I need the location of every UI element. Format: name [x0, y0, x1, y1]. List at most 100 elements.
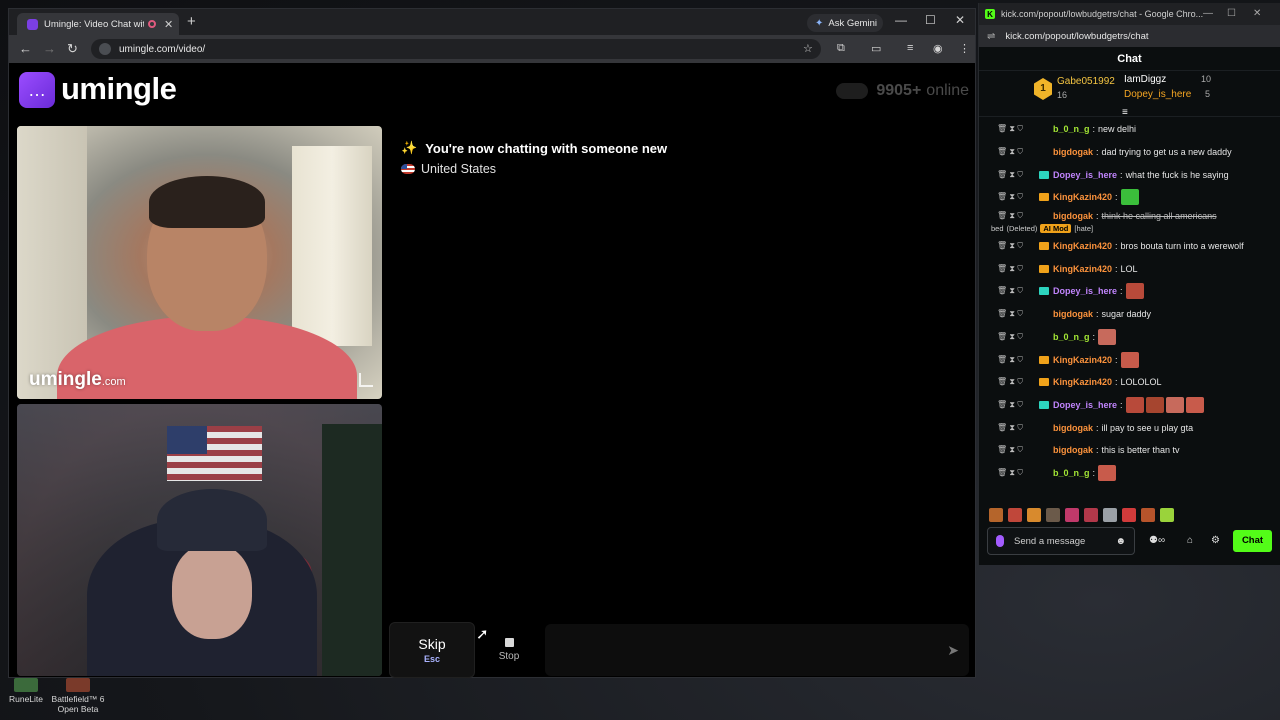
emote-icon[interactable]	[1084, 508, 1098, 522]
reload-icon[interactable]: ↻	[67, 41, 78, 57]
chat-username[interactable]: bigdogak	[1053, 445, 1093, 455]
browser-tab-umingle[interactable]: Umingle: Video Chat with S ✕	[17, 13, 179, 35]
chat-username[interactable]: b_0_n_g	[1053, 124, 1090, 134]
battlefield-icon	[66, 678, 90, 692]
mod-tools-icon[interactable]: 🗑 ⧗ ⛉	[979, 400, 1039, 410]
mod-tools-icon[interactable]: 🗑 ⧗ ⛉	[979, 264, 1039, 274]
chat-emote-icon[interactable]	[1120, 351, 1139, 368]
chat-username[interactable]: b_0_n_g	[1053, 468, 1090, 478]
bookmark-star-icon[interactable]: ☆	[803, 42, 813, 55]
mod-tools-icon[interactable]: 🗑 ⧗ ⛉	[979, 355, 1039, 365]
close-window-icon[interactable]: ✕	[955, 13, 965, 27]
maximize-icon[interactable]: ☐	[1227, 8, 1236, 19]
mod-tools-icon[interactable]: 🗑 ⧗ ⛉	[979, 147, 1039, 157]
chat-username[interactable]: bigdogak	[1053, 211, 1093, 221]
emote-icon[interactable]	[1065, 508, 1079, 522]
runelite-shortcut[interactable]: RuneLite	[4, 678, 48, 704]
settings-gear-icon[interactable]: ⚙	[1211, 535, 1220, 546]
emote-icon[interactable]	[989, 508, 1003, 522]
chat-send-button[interactable]: Chat	[1233, 530, 1272, 552]
chat-username[interactable]: KingKazin420	[1053, 192, 1112, 202]
profile-icon[interactable]: ◉	[933, 42, 943, 55]
mic-icon[interactable]	[996, 535, 1004, 547]
emote-icon[interactable]	[1008, 508, 1022, 522]
chat-emote-icon[interactable]	[1145, 396, 1164, 413]
chat-emote-icon[interactable]	[1165, 396, 1184, 413]
mod-tools-icon[interactable]: 🗑 ⧗ ⛉	[979, 377, 1039, 387]
chat-username[interactable]: bigdogak	[1053, 147, 1093, 157]
battlefield-shortcut[interactable]: Battlefield™ 6 Open Beta	[50, 678, 106, 714]
store-icon[interactable]: ⌂	[1187, 535, 1193, 546]
minimize-icon[interactable]: —	[895, 13, 907, 27]
back-icon[interactable]: ←	[19, 41, 32, 56]
mod-tools-icon[interactable]: 🗑 ⧗ ⛉	[979, 241, 1039, 251]
emote-icon[interactable]	[1103, 508, 1117, 522]
video-person-hair	[149, 176, 265, 228]
chat-username[interactable]: KingKazin420	[1053, 264, 1112, 274]
chat-username[interactable]: KingKazin420	[1053, 377, 1112, 387]
chat-username[interactable]: bigdogak	[1053, 423, 1093, 433]
chat-username[interactable]: Dopey_is_here	[1053, 286, 1117, 296]
watermark-suffix: .com	[101, 376, 126, 388]
url-omnibox[interactable]: umingle.com/video/	[91, 39, 821, 59]
umingle-logo-text[interactable]: umingle	[61, 71, 177, 107]
mod-tools-icon[interactable]: 🗑 ⧗ ⛉	[979, 468, 1039, 478]
chat-emote-icon[interactable]	[1120, 189, 1139, 206]
chat-username[interactable]: b_0_n_g	[1053, 332, 1090, 342]
chat-message: 🗑 ⧗ ⛉ bigdogak: sugar daddy	[979, 303, 1280, 326]
close-window-icon[interactable]: ✕	[1253, 8, 1261, 19]
chat-emote-icon[interactable]	[1125, 396, 1144, 413]
minimize-icon[interactable]: —	[1203, 8, 1213, 19]
menu-dots-icon[interactable]: ⋮	[959, 42, 970, 55]
chat-emote-icon[interactable]	[1125, 283, 1144, 300]
site-info-icon[interactable]	[99, 43, 111, 55]
emote-icon[interactable]	[1027, 508, 1041, 522]
stop-button[interactable]: Stop	[481, 622, 537, 678]
chat-emote-icon[interactable]	[1185, 396, 1204, 413]
mod-tools-icon[interactable]: 🗑 ⧗ ⛉	[979, 309, 1039, 319]
chat-username[interactable]: bigdogak	[1053, 309, 1093, 319]
leader-3-name[interactable]: Dopey_is_here	[1124, 89, 1191, 100]
mod-tools-icon[interactable]: 🗑 ⧗ ⛉	[979, 170, 1039, 180]
cast-icon[interactable]: ▭	[871, 42, 881, 55]
chat-username[interactable]: Dopey_is_here	[1053, 170, 1117, 180]
chat-username[interactable]: KingKazin420	[1053, 241, 1112, 251]
kick-url-bar[interactable]: ⇌ kick.com/popout/lowbudgetrs/chat	[979, 25, 1280, 47]
skip-button[interactable]: Skip Esc	[389, 622, 475, 678]
leader-2-name[interactable]: IamDiggz	[1124, 74, 1166, 85]
users-icon[interactable]: ⚉∞	[1149, 535, 1165, 546]
new-tab-icon[interactable]: +	[187, 13, 196, 30]
chat-emote-icon[interactable]	[1098, 464, 1117, 481]
mod-tools-icon[interactable]: 🗑 ⧗ ⛉	[979, 211, 1039, 221]
media-icon[interactable]: ≡	[907, 42, 913, 54]
emote-icon[interactable]	[1046, 508, 1060, 522]
send-message-input[interactable]: Send a message ☻	[987, 527, 1135, 555]
extensions-icon[interactable]: ⧉	[837, 42, 845, 55]
mod-tools-icon[interactable]: 🗑 ⧗ ⛉	[979, 286, 1039, 296]
emote-icon[interactable]	[1160, 508, 1174, 522]
close-tab-icon[interactable]: ✕	[164, 18, 173, 31]
message-input[interactable]: ➤	[545, 624, 969, 676]
emote-icon[interactable]	[1141, 508, 1155, 522]
mod-tools-icon[interactable]: 🗑 ⧗ ⛉	[979, 423, 1039, 433]
emote-icon[interactable]	[1122, 508, 1136, 522]
chat-username[interactable]: KingKazin420	[1053, 355, 1112, 365]
maximize-icon[interactable]: ☐	[925, 13, 936, 27]
mod-tools-icon[interactable]: 🗑 ⧗ ⛉	[979, 124, 1039, 134]
emoji-icon[interactable]: ☻	[1115, 536, 1126, 547]
ask-gemini-button[interactable]: ✦ Ask Gemini	[807, 14, 883, 32]
mod-tools-icon[interactable]: 🗑 ⧗ ⛉	[979, 445, 1039, 455]
report-flag-icon[interactable]	[359, 373, 373, 387]
mod-tools-icon[interactable]: 🗑 ⧗ ⛉	[979, 192, 1039, 202]
chat-username[interactable]: Dopey_is_here	[1053, 400, 1117, 410]
chat-separator: :	[1092, 124, 1096, 135]
chat-emote-icon[interactable]	[1098, 328, 1117, 345]
umingle-logo-icon[interactable]: …	[19, 72, 55, 108]
online-toggle[interactable]	[836, 83, 869, 99]
forward-icon[interactable]: →	[43, 41, 56, 56]
collapse-icon[interactable]: ≡	[1122, 107, 1128, 118]
mod-tools-icon[interactable]: 🗑 ⧗ ⛉	[979, 332, 1039, 342]
site-settings-icon[interactable]: ⇌	[987, 31, 995, 42]
leader-1-name[interactable]: Gabe051992	[1057, 76, 1115, 87]
send-icon[interactable]: ➤	[947, 642, 959, 659]
